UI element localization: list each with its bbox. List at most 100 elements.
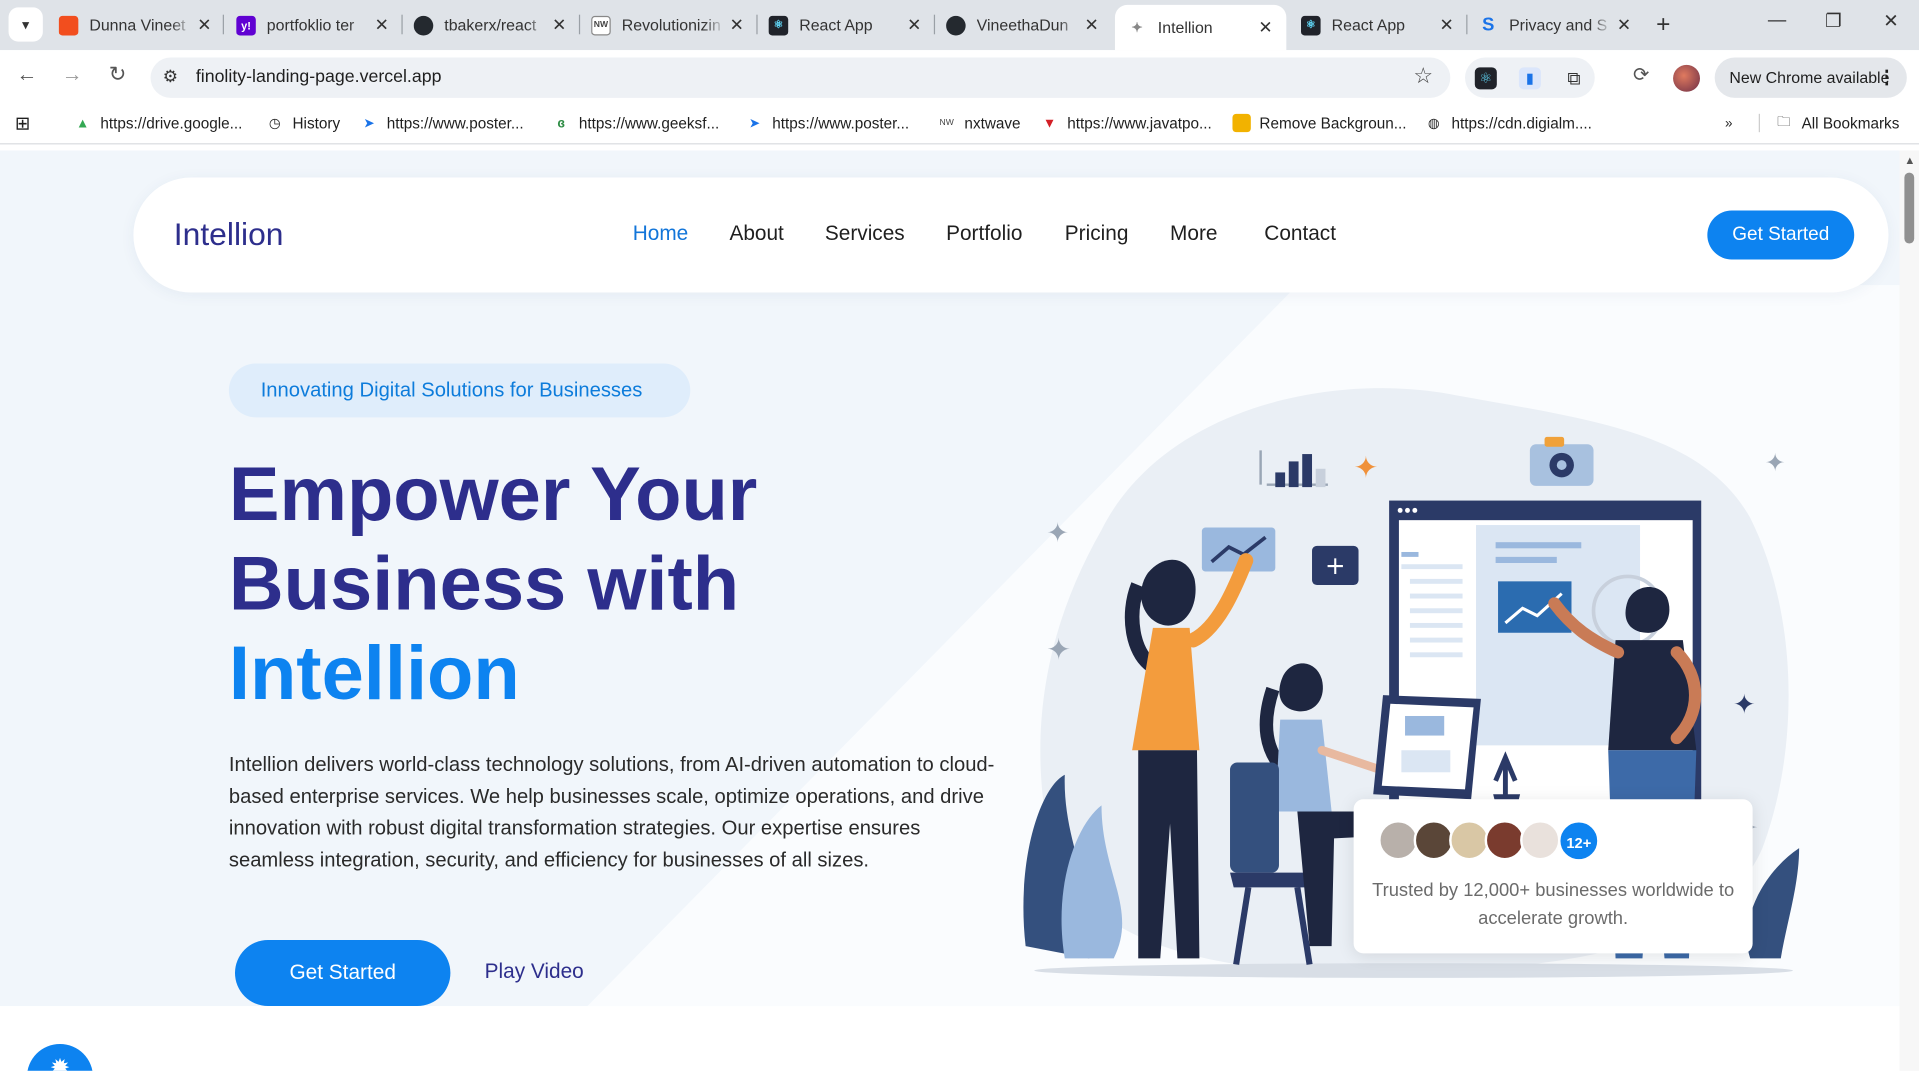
close-tab-icon[interactable]: ✕ (906, 15, 923, 36)
plus-icon: + (1656, 11, 1671, 38)
react-devtools-icon[interactable]: ⚛ (1474, 67, 1497, 90)
svg-text:✦: ✦ (1354, 450, 1379, 484)
tab-strip: ▾ Dunna Vineet ✕ y! portfoklio ter ✕ tba… (0, 0, 1919, 51)
bookmark-javatpoint[interactable]: ▼ https://www.javatpo... (1040, 114, 1212, 132)
tab-privacy[interactable]: S Privacy and S ✕ (1478, 9, 1632, 42)
github-icon (946, 15, 966, 35)
tab-revolutionizing[interactable]: NW Revolutionizin ✕ (591, 9, 745, 42)
nav-more[interactable]: More (1170, 222, 1217, 246)
avatar (1378, 820, 1419, 861)
avatar (1484, 820, 1525, 861)
close-window-button[interactable]: ✕ (1873, 10, 1910, 32)
new-tab-button[interactable]: + (1650, 11, 1677, 39)
performance-icon[interactable]: ⟳ (1627, 62, 1656, 86)
tab-react-app-2[interactable]: ⚛ React App ✕ (1301, 9, 1455, 42)
close-tab-icon[interactable]: ✕ (196, 15, 213, 36)
tab-react-app[interactable]: ⚛ React App ✕ (768, 9, 923, 42)
globe-icon: ✦ (1131, 20, 1143, 36)
page-viewport: Intellion Home About Services Portfolio … (0, 150, 1900, 1071)
nav-get-started-button[interactable]: Get Started (1707, 210, 1855, 260)
nav-about[interactable]: About (729, 222, 783, 246)
globe-icon: ◍ (1427, 116, 1440, 131)
nxtwave-icon: NW (591, 15, 611, 35)
bookmark-star-icon[interactable]: ☆ (1413, 64, 1433, 90)
tab-dunna-vineet[interactable]: Dunna Vineet ✕ (58, 9, 213, 42)
more-bookmarks-icon[interactable]: » (1720, 114, 1747, 132)
nav-portfolio[interactable]: Portfolio (946, 222, 1022, 246)
close-tab-icon[interactable]: ✕ (728, 15, 745, 36)
folder-icon: 🗀 (1777, 115, 1791, 130)
restore-button[interactable]: ❐ (1815, 10, 1852, 32)
avatar (1413, 820, 1454, 861)
all-bookmarks[interactable]: 🗀 All Bookmarks (1758, 113, 1899, 133)
clipboard-extension-icon[interactable]: ▮ (1518, 67, 1541, 90)
bookmark-poster-1[interactable]: ➤ https://www.poster... (360, 114, 523, 132)
avatar (1449, 820, 1490, 861)
hero-badge: Innovating Digital Solutions for Busines… (228, 363, 691, 418)
close-tab-icon[interactable]: ✕ (1257, 17, 1274, 38)
bookmarks-bar: ⊞ ▲ https://drive.google... ◷ History ➤ htt… (0, 104, 1919, 145)
avatar[interactable] (1673, 64, 1700, 92)
tab-portfolio[interactable]: y! portfoklio ter ✕ (236, 9, 390, 42)
apps-grid-icon[interactable]: ⊞ (13, 113, 40, 134)
github-icon (413, 15, 434, 35)
bookmark-drive[interactable]: ▲ https://drive.google... (73, 114, 242, 132)
close-tab-icon[interactable]: ✕ (1083, 15, 1100, 36)
avatar (1520, 820, 1561, 861)
forward-arrow-icon[interactable]: → (58, 62, 87, 86)
get-started-button[interactable]: Get Started (234, 939, 451, 1007)
site-navbar: Intellion Home About Services Portfolio … (133, 177, 1889, 293)
puzzle-icon[interactable]: ⧉ (1563, 67, 1585, 89)
tab-search-button[interactable]: ▾ (8, 7, 43, 42)
bookmark-poster-2[interactable]: ➤ https://www.poster... (745, 114, 909, 132)
bookmark-history[interactable]: ◷ History (266, 114, 340, 132)
page-scrollbar[interactable]: ▲ (1899, 150, 1919, 1071)
react-icon: ⚛ (768, 15, 789, 35)
figma-icon (58, 15, 79, 35)
bookmark-remove-bg[interactable]: Remove Backgroun... (1232, 113, 1407, 133)
svg-text:✦: ✦ (1046, 518, 1069, 549)
svg-text:✦: ✦ (1046, 633, 1071, 667)
update-chrome-button[interactable]: New Chrome available ⋮ (1714, 57, 1907, 98)
s-icon: S (1482, 14, 1495, 36)
svg-text:✦: ✦ (1765, 448, 1786, 477)
minimize-button[interactable]: — (1759, 10, 1796, 31)
yahoo-icon: y! (236, 15, 256, 35)
close-tab-icon[interactable]: ✕ (1616, 15, 1633, 36)
settings-fab[interactable]: ✹ (26, 1043, 94, 1071)
tab-tbakerx-react[interactable]: tbakerx/react ✕ (413, 9, 568, 42)
bookmark-geeksforgeeks[interactable]: ɞ https://www.geeksf... (552, 114, 719, 132)
url-text[interactable]: finolity-landing-page.vercel.app (196, 67, 442, 87)
reload-icon[interactable]: ↻ (103, 62, 132, 86)
close-tab-icon[interactable]: ✕ (373, 15, 390, 36)
hero-description: Intellion delivers world-class technolog… (228, 753, 995, 872)
more-users-badge: 12+ (1558, 820, 1600, 862)
site-info-icon[interactable]: ⚙ (163, 66, 178, 87)
hero-headline: Empower Your Business with Intellion (228, 452, 758, 716)
nav-home[interactable]: Home (633, 222, 689, 246)
back-arrow-icon[interactable]: ← (12, 62, 41, 86)
bookmark-digialm[interactable]: ◍ https://cdn.digialm.... (1425, 114, 1592, 132)
nav-services[interactable]: Services (825, 222, 905, 246)
tab-intellion[interactable]: ✦ Intellion ✕ (1114, 4, 1287, 51)
more-vertical-icon[interactable]: ⋮ (1877, 66, 1895, 88)
trust-card: 12+ Trusted by 12,000+ businesses worldw… (1353, 799, 1753, 954)
close-tab-icon[interactable]: ✕ (551, 15, 568, 36)
nav-pricing[interactable]: Pricing (1065, 222, 1129, 246)
javatpoint-icon: ▼ (1042, 115, 1057, 131)
site-logo[interactable]: Intellion (174, 215, 284, 253)
bookmark-nxtwave[interactable]: NW nxtwave (938, 114, 1021, 132)
browser-toolbar: ← → ↻ ⚙ finolity-landing-page.vercel.app… (0, 50, 1919, 105)
svg-text:+: + (1325, 551, 1346, 580)
geeksforgeeks-icon: ɞ (557, 115, 565, 131)
close-tab-icon[interactable]: ✕ (1438, 15, 1455, 36)
postman-icon: ➤ (363, 116, 375, 131)
remove-bg-icon (1232, 113, 1251, 133)
scroll-thumb[interactable] (1904, 172, 1915, 244)
tab-vineethadun[interactable]: VineethaDun ✕ (946, 9, 1100, 42)
play-video-link[interactable]: Play Video (485, 960, 584, 984)
address-bar[interactable]: ⚙ finolity-landing-page.vercel.app ☆ (150, 57, 1451, 98)
scroll-up-icon[interactable]: ▲ (1904, 154, 1915, 166)
nav-contact[interactable]: Contact (1264, 222, 1336, 246)
postman-icon: ➤ (748, 116, 761, 131)
